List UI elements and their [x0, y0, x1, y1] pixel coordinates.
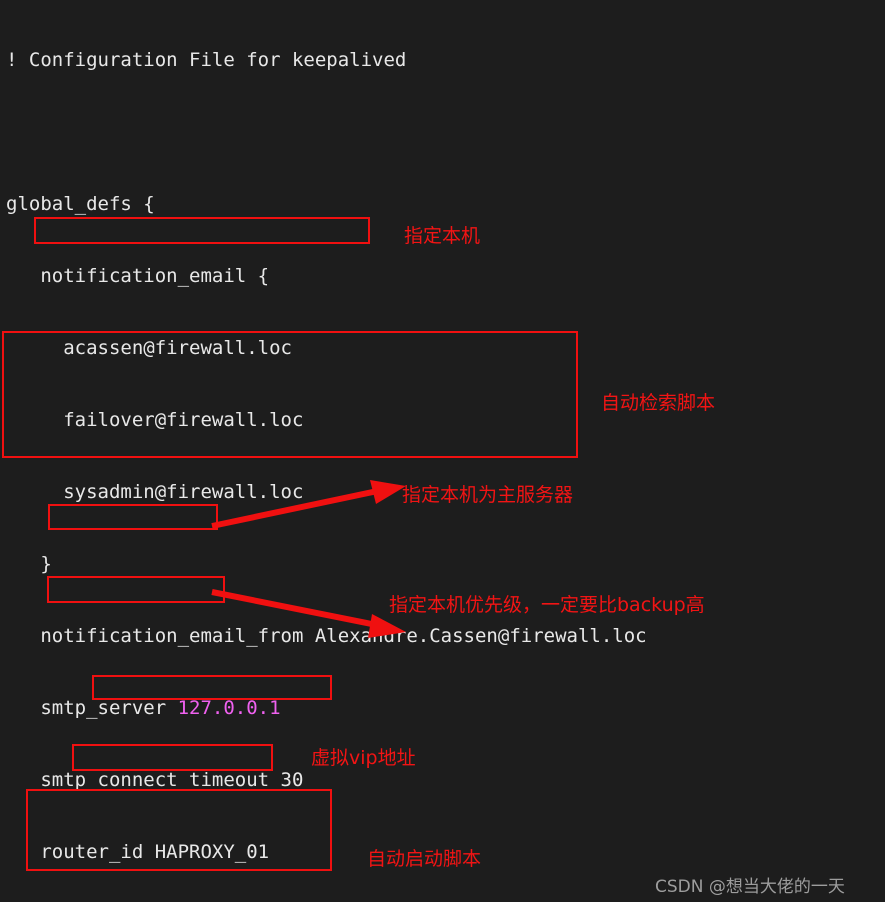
arrow-priority [211, 589, 406, 638]
anno-vip: 虚拟vip地址 [311, 747, 416, 769]
code-line: global_defs { [6, 193, 155, 215]
smtp-server-value: 127.0.0.1 [177, 697, 281, 719]
csdn-watermark: CSDN @想当大佬的一天 [655, 877, 845, 897]
config-file-text: ! Configuration File for keepalived glob… [0, 0, 885, 902]
anno-vrrp-script: 自动检索脚本 [601, 392, 716, 414]
code-line: ! Configuration File for keepalived [6, 49, 407, 71]
code-line: acassen@firewall.loc [6, 337, 292, 359]
smtp-server-key: smtp_server [6, 697, 178, 719]
anno-track-script: 自动启动脚本 [367, 848, 482, 870]
anno-state-master: 指定本机为主服务器 [402, 484, 574, 506]
code-line: smtp_connect_timeout 30 [6, 769, 304, 791]
code-line: } [6, 553, 52, 575]
terminal-screenshot: ! Configuration File for keepalived glob… [0, 0, 885, 902]
code-line: notification_email_from Alexandre.Cassen… [6, 625, 647, 647]
code-line: notification_email { [6, 265, 270, 287]
code-line-smtp-server: smtp_server 127.0.0.1 [0, 696, 885, 720]
anno-smtp-server: 指定本机 [404, 225, 481, 247]
anno-priority: 指定本机优先级，一定要比backup高 [389, 594, 705, 616]
code-line: failover@firewall.loc [6, 409, 304, 431]
arrow-state-master [211, 480, 406, 529]
